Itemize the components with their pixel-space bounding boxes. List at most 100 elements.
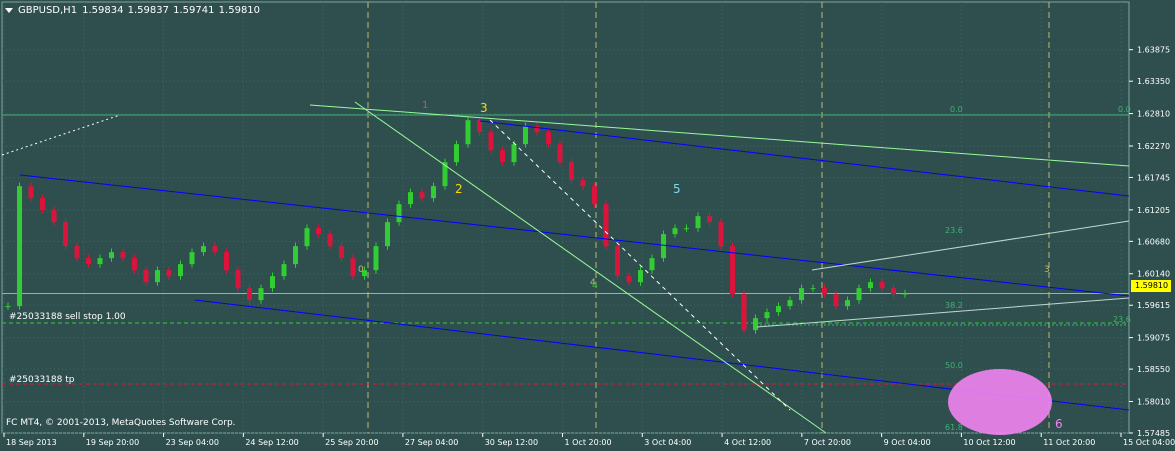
candle-body <box>258 288 264 301</box>
x-tick-label: 27 Sep 04:00 <box>405 438 458 447</box>
candle-body <box>626 276 632 283</box>
fib-label: 0.0 <box>950 105 963 114</box>
candle-body <box>695 216 701 229</box>
y-tick-label: 1.63875 <box>1137 46 1170 55</box>
ohlc-readout: 1.59834 1.59837 1.59741 1.59810 <box>82 4 261 16</box>
x-tick-label: 10 Oct 12:00 <box>963 438 1015 447</box>
candle-body <box>396 204 402 223</box>
candle-body <box>189 252 195 265</box>
candle-body <box>74 246 80 259</box>
x-tick-label: 24 Sep 12:00 <box>245 438 298 447</box>
y-tick-label: 1.58550 <box>1137 365 1170 374</box>
fib-label: 23.6 <box>1113 315 1131 324</box>
resistance-line <box>811 220 1130 271</box>
y-tick-label: 1.60140 <box>1137 270 1170 279</box>
candle-body <box>224 252 229 271</box>
copyright-text: FC MT4, © 2001-2013, MetaQuotes Software… <box>6 418 236 428</box>
dotted-trend-line <box>1 114 121 156</box>
y-tick-label: 1.60680 <box>1137 237 1170 246</box>
channel-line <box>19 174 1130 297</box>
candle-body <box>649 258 655 271</box>
wave-label: 2 <box>455 182 463 196</box>
projection-line <box>489 119 791 411</box>
candle-body <box>511 144 517 163</box>
y-tick-label: 1.59075 <box>1137 334 1170 343</box>
candle-body <box>891 288 896 295</box>
time-marker-label: 0 <box>358 265 364 275</box>
y-tick-label: 1.61745 <box>1137 173 1170 182</box>
candle-body <box>293 246 298 265</box>
candle-body <box>28 186 34 199</box>
candle-body <box>385 222 390 247</box>
x-tick-label: 3 Oct 04:00 <box>644 438 691 447</box>
x-tick-label: 15 Oct 04:00 <box>1123 438 1175 447</box>
target-ellipse <box>948 369 1052 435</box>
x-tick-label: 1 Oct 20:00 <box>565 438 612 447</box>
wave-label: 6 <box>1055 417 1063 431</box>
y-tick-label: 1.63350 <box>1137 77 1170 86</box>
x-tick-label: 18 Sep 2013 <box>6 438 57 447</box>
candle-body <box>856 288 862 301</box>
x-tick-label: 4 Oct 12:00 <box>724 438 771 447</box>
candle-body <box>603 204 609 247</box>
candle-body <box>707 216 712 223</box>
candle-body <box>638 270 643 283</box>
x-tick-label: 19 Sep 20:00 <box>86 438 139 447</box>
wave-label: 3 <box>480 101 488 115</box>
candle-body <box>281 264 287 277</box>
chart-window[interactable]: 1.63875 1.63350 1.62810 1.62270 1.61745 1.612… <box>0 0 1175 451</box>
candle-body <box>350 258 356 277</box>
candle-body <box>718 222 724 247</box>
candle-body <box>408 192 413 205</box>
candle-body <box>97 258 103 265</box>
candle-body <box>270 276 275 289</box>
candle-body <box>86 258 91 265</box>
candle-body <box>178 264 183 277</box>
candle-body <box>488 132 494 151</box>
candle-body <box>500 150 505 163</box>
fib-label: 61.8 <box>945 423 963 432</box>
candle-body <box>304 228 310 247</box>
candle-body <box>235 270 241 289</box>
current-price-tag: 1.59810 <box>1131 280 1171 292</box>
candle-body <box>339 246 344 259</box>
x-tick-label: 9 Oct 04:00 <box>884 438 931 447</box>
x-tick-label: 11 Oct 20:00 <box>1043 438 1095 447</box>
candle-body <box>17 186 22 307</box>
y-tick-label: 1.58010 <box>1137 398 1170 407</box>
candle-body <box>546 132 551 145</box>
chart-header: GBPUSD,H1 1.59834 1.59837 1.59741 1.5981… <box>5 3 260 17</box>
candle-body <box>109 252 114 259</box>
candle-body <box>615 246 620 277</box>
candle-body <box>868 282 873 289</box>
candle-body <box>132 258 137 271</box>
candle-body <box>63 222 68 247</box>
dropdown-arrow-icon[interactable] <box>5 7 13 13</box>
candle-body <box>155 270 160 283</box>
candle-body <box>799 288 804 301</box>
fib-label: 23.6 <box>945 226 963 235</box>
candle-body <box>143 270 149 283</box>
candle-body <box>120 252 126 259</box>
fib-label: 38.2 <box>945 301 963 310</box>
wave-label: 5 <box>673 182 681 196</box>
fib-label: 50.0 <box>945 361 963 370</box>
y-tick-label: 1.62270 <box>1137 142 1170 151</box>
x-tick-label: 30 Sep 12:00 <box>485 438 538 447</box>
price-chart[interactable]: 1.63875 1.63350 1.62810 1.62270 1.61745 1.612… <box>0 0 1175 451</box>
symbol-label: GBPUSD,H1 <box>18 4 78 16</box>
candle-body <box>419 192 425 199</box>
candle-body <box>776 306 781 313</box>
y-tick-label: 1.57485 <box>1137 429 1170 438</box>
y-tick-label: 1.59615 <box>1137 301 1170 310</box>
candle-body <box>833 294 839 307</box>
candle-body <box>454 144 459 163</box>
candle-body <box>431 186 436 199</box>
candle-body <box>477 120 482 133</box>
candle-body <box>822 288 827 295</box>
candle-body <box>327 234 333 247</box>
x-tick-label: 7 Oct 20:00 <box>804 438 851 447</box>
candle-body <box>879 282 885 289</box>
candle-body <box>672 228 678 235</box>
candle-body <box>212 246 218 253</box>
